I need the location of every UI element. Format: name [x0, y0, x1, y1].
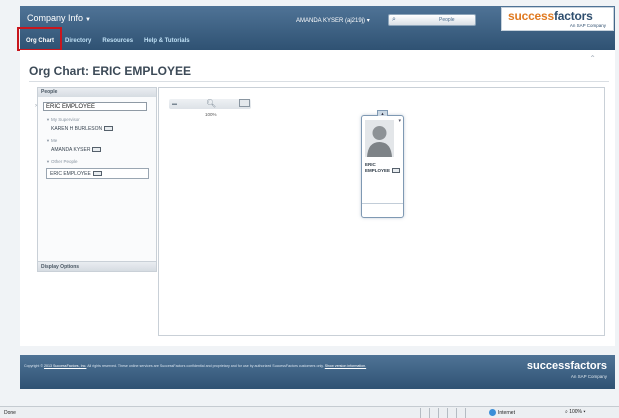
main-content: Org Chart: ERIC EMPLOYEE ⌃ People › ERIC… [20, 50, 615, 346]
person-supervisor[interactable]: KAREN H BURLESON [51, 126, 114, 132]
successfactors-logo: successfactors An SAP Company [501, 7, 614, 31]
tab-help-tutorials[interactable]: Help & Tutorials [141, 34, 193, 48]
person-name: ERIC EMPLOYEE [50, 171, 91, 177]
people-search-input[interactable]: ⌕ People [388, 14, 476, 26]
divider [29, 81, 609, 82]
zoom-value: 100% [569, 409, 582, 415]
section-label: My Supervisor [50, 117, 80, 122]
people-search-field[interactable]: ERIC EMPLOYEE [43, 102, 147, 111]
company-info-label: Company Info [27, 13, 84, 23]
logo-text-b: factors [553, 9, 593, 23]
expand-up-icon[interactable]: ▲ [377, 110, 388, 116]
zoom-out-icon[interactable]: ▬ [172, 101, 177, 107]
globe-icon [489, 409, 496, 416]
security-zone: Internet [489, 409, 515, 416]
display-options-button[interactable]: Display Options [38, 261, 156, 271]
browser-zoom-control[interactable]: ⌕ 100% ▾ [565, 409, 586, 415]
zoom-toolbar: ▬ 🔍︎ [169, 98, 251, 110]
magnifier-icon: ⌕ [565, 409, 568, 415]
picture-icon[interactable] [239, 99, 250, 107]
chevron-down-icon: ▼ [85, 17, 91, 23]
business-card-icon[interactable] [92, 171, 102, 177]
triangle-down-icon: ▼ [46, 159, 50, 164]
org-chart-node[interactable]: ▲ ▾ ERIC EMPLOYEE [361, 110, 404, 218]
copyright-prefix: Copyright © [24, 364, 44, 368]
node-menu-icon[interactable]: ▾ [398, 118, 401, 124]
page-footer: Copyright © 2013 SuccessFactors, Inc. Al… [20, 355, 615, 389]
copyright-text: Copyright © 2013 SuccessFactors, Inc. Al… [24, 364, 494, 369]
status-text: Done [4, 410, 16, 416]
user-menu[interactable]: AMANDA KYSER (aj219j) ▾ [296, 17, 370, 24]
logo-text-a: success [508, 9, 554, 23]
show-version-link[interactable]: Show version information. [325, 364, 366, 368]
magnifier-icon[interactable]: 🔍︎ [206, 99, 216, 108]
section-other-people[interactable]: ▼Other People [46, 159, 78, 164]
copyright-body: All rights reserved. These online servic… [87, 364, 324, 368]
triangle-down-icon: ▼ [46, 138, 50, 143]
zone-label: Internet [498, 409, 515, 416]
section-my-supervisor[interactable]: ▼My Supervisor [46, 117, 80, 122]
org-chart-canvas[interactable]: ▬ 🔍︎ 100% ▲ ▾ ERIC EMPLOYEE [158, 87, 605, 336]
business-card-icon[interactable] [104, 126, 114, 132]
chevron-right-icon[interactable]: › [35, 103, 37, 109]
tab-org-chart[interactable]: Org Chart [17, 27, 62, 51]
user-name: AMANDA KYSER (aj219j) [296, 18, 366, 24]
page-title: Org Chart: ERIC EMPLOYEE [29, 64, 192, 78]
person-name: KAREN H BURLESON [51, 126, 103, 132]
node-divider [362, 203, 403, 204]
zoom-level: 100% [205, 112, 217, 117]
app-window: Company Info ▼ AMANDA KYSER (aj219j) ▾ ⌕ … [0, 0, 619, 406]
company-info-menu[interactable]: Company Info ▼ [27, 13, 91, 23]
person-other-selected[interactable]: ERIC EMPLOYEE [46, 168, 149, 179]
logo-subtitle: An SAP Company [569, 23, 606, 28]
chevron-down-icon: ▾ [366, 18, 370, 24]
triangle-down-icon: ▼ [46, 117, 50, 122]
tab-resources[interactable]: Resources [99, 34, 136, 48]
collapse-icon[interactable]: ⌃ [589, 54, 596, 63]
people-panel-heading: People [38, 88, 156, 97]
status-separators [420, 408, 480, 418]
node-name-last: EMPLOYEE [365, 168, 391, 173]
person-name: AMANDA KYSER [51, 147, 91, 153]
footer-logo: successfactors [526, 360, 607, 372]
tab-directory[interactable]: Directory [62, 34, 94, 48]
footer-logo-subtitle: An SAP Company [570, 374, 607, 379]
section-label: Other People [50, 159, 78, 164]
company-link[interactable]: 2013 SuccessFactors, Inc. [44, 364, 86, 368]
person-silhouette-icon [365, 120, 394, 157]
people-panel: People › ERIC EMPLOYEE ▼My Supervisor KA… [35, 87, 157, 272]
main-tabs: Org Chart Directory Resources Help & Tut… [17, 27, 198, 51]
search-placeholder: People [439, 17, 455, 23]
business-card-icon[interactable] [392, 168, 401, 174]
top-header: Company Info ▼ AMANDA KYSER (aj219j) ▾ ⌕ … [17, 6, 615, 51]
section-label: Me [50, 138, 58, 143]
search-icon: ⌕ [392, 16, 396, 23]
node-name: ERIC EMPLOYEE [365, 162, 401, 174]
browser-status-bar: Done Internet ⌕ 100% ▾ [0, 406, 619, 418]
highlight-box [17, 27, 62, 51]
avatar [365, 120, 394, 157]
section-me[interactable]: ▼Me [46, 138, 57, 143]
person-me[interactable]: AMANDA KYSER [51, 147, 102, 153]
business-card-icon[interactable] [92, 147, 102, 153]
